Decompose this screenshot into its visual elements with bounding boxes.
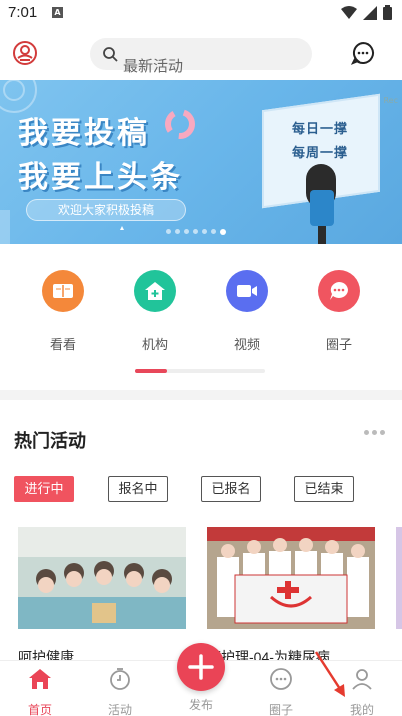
activity-card-image [18,527,186,629]
signal-icon [363,5,377,20]
home-plus-icon [134,270,176,312]
banner-card-line2: 每周一撑 [292,146,349,161]
activity-card-image [207,527,375,629]
wifi-icon [341,5,357,19]
carousel-dot[interactable] [184,229,189,234]
carousel-dot[interactable] [193,229,198,234]
quick-nav-item-quanzi[interactable]: 圈子 [309,270,369,353]
more-icon[interactable] [364,430,385,435]
video-icon [226,270,268,312]
quick-nav-label: 机构 [141,337,168,352]
chat-bubble-icon [318,270,360,312]
section-divider [0,390,402,400]
carousel-dot[interactable] [166,229,171,234]
user-icon [352,669,372,690]
tab-label: 首页 [27,703,52,716]
status-icons [341,5,392,20]
tab-activity[interactable]: 活动 [90,667,150,716]
banner-headline-1: 我要投稿 [18,116,150,151]
filter-registered[interactable]: 已报名 [201,476,261,502]
activity-card-image [396,527,402,629]
banner-rec-label: Rec [383,96,398,105]
carousel-dot-active[interactable] [220,229,226,235]
timer-icon [110,668,130,690]
status-bar: 7:01 A [0,0,402,28]
filter-ongoing[interactable]: 进行中 [14,476,74,502]
notification-icon: A [52,7,63,18]
quick-nav-label: 圈子 [325,337,352,352]
microphone-icon [306,164,336,244]
quick-nav-scroll-indicator [135,369,265,373]
message-icon[interactable] [351,41,375,65]
search-box[interactable]: 最新活动 [90,38,312,75]
battery-icon [383,5,392,20]
filter-registering[interactable]: 报名中 [108,476,168,502]
tab-home[interactable]: 首页 [10,667,70,716]
banner-headline-2: 我要上头条 [18,160,183,195]
activity-card[interactable]: 膝护理-04-为糖尿病... [207,527,375,667]
activity-card[interactable]: 呵护健康 [18,527,186,667]
tab-label: 圈子 [268,703,293,716]
plus-icon [188,654,214,680]
banner-card-line1: 每日一撑 [292,122,349,137]
app-screen: 7:01 A 最新活动 每日一撑 每周一撑 Rec 我要投稿 我要上头条 欢迎大… [0,0,402,716]
carousel-dot[interactable] [211,229,216,234]
top-header: 最新活动 [0,30,402,78]
quick-nav-item-kankan[interactable]: 看看 [33,270,93,353]
section-title: 热门活动 [14,431,86,452]
app-logo-icon[interactable] [12,40,38,66]
quick-nav-scroll-fill [135,369,167,373]
book-icon [42,270,84,312]
activity-card-partial[interactable] [396,527,402,629]
hot-activities-section: 热门活动 进行中 报名中 已报名 已结束 呵护健康 膝护理-04-为糖尿病... [0,400,402,667]
publish-button[interactable] [177,643,225,691]
status-time: 7:01 [8,4,38,21]
home-icon [29,669,51,689]
carousel-dot[interactable] [175,229,180,234]
annotation-arrow-icon [314,651,345,697]
carousel-dots [166,229,226,235]
search-icon [103,47,118,62]
chat-icon [270,668,292,690]
carousel-dot[interactable] [202,229,207,234]
tab-label: 活动 [107,703,132,716]
quick-nav-item-shipin[interactable]: 视频 [217,270,277,353]
tab-circle[interactable]: 圈子 [251,667,311,716]
publish-label: 发布 [188,698,213,712]
banner-carousel[interactable]: 每日一撑 每周一撑 Rec 我要投稿 我要上头条 欢迎大家积极投稿 [0,80,402,244]
quick-nav: 看看 机构 视频 圈子 [0,250,402,390]
search-placeholder: 最新活动 [123,58,184,75]
tab-label: 我的 [349,703,374,716]
quick-nav-item-jigou[interactable]: 机构 [125,270,185,353]
banner-pill: 欢迎大家积极投稿 [26,199,186,221]
filter-ended[interactable]: 已结束 [294,476,354,502]
quick-nav-label: 看看 [49,337,76,352]
quick-nav-label: 视频 [233,337,260,352]
